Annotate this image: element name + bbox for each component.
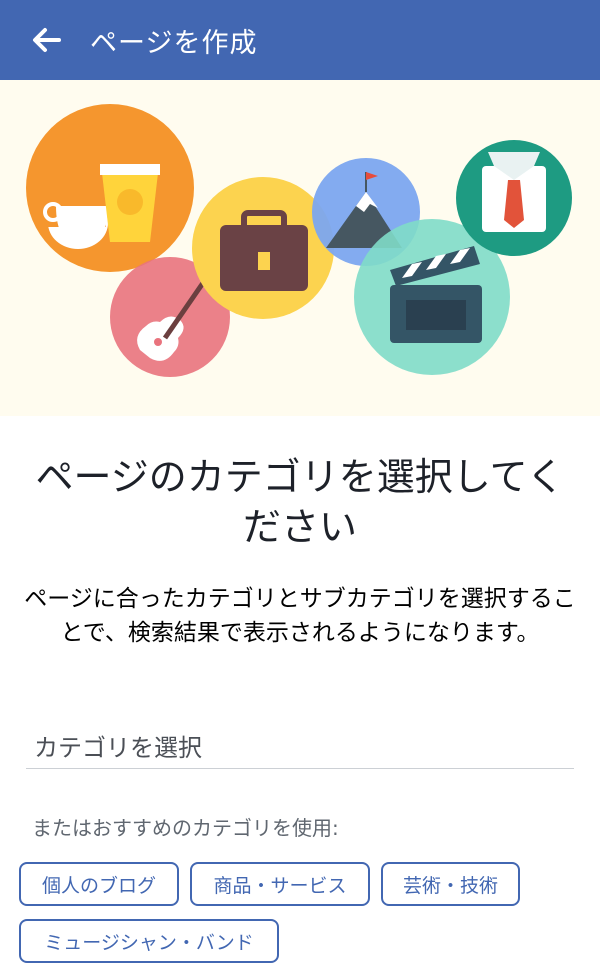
chip-personal-blog[interactable]: 個人のブログ [19,862,179,906]
suggested-categories-label: またはおすすめのカテゴリを使用: [32,816,339,840]
hero-illustration [0,80,600,416]
page-title: ページを作成 [90,27,258,59]
heading-line-1: ページのカテゴリを選択してく [35,455,565,499]
heading-line-2: ださい [242,505,357,549]
chip-musician-band[interactable]: ミュージシャン・バンド [19,919,279,963]
briefcase-icon [192,177,334,319]
description-text: ページに合ったカテゴリとサブカテゴリを選択することで、検索結果で表示されるように… [24,586,576,646]
category-selector-placeholder: カテゴリを選択 [34,734,202,762]
app-bar: ページを作成 [0,0,600,80]
category-selector[interactable]: カテゴリを選択 [26,720,574,769]
chip-arts-tech[interactable]: 芸術・技術 [381,862,520,906]
shirt-tie-icon [456,140,572,256]
select-category-heading: ページのカテゴリを選択してく ださい [0,452,600,552]
back-button[interactable] [12,0,82,80]
coffee-cups-icon [26,104,194,272]
back-arrow-icon [33,28,61,52]
chip-products-services[interactable]: 商品・サービス [190,862,370,906]
